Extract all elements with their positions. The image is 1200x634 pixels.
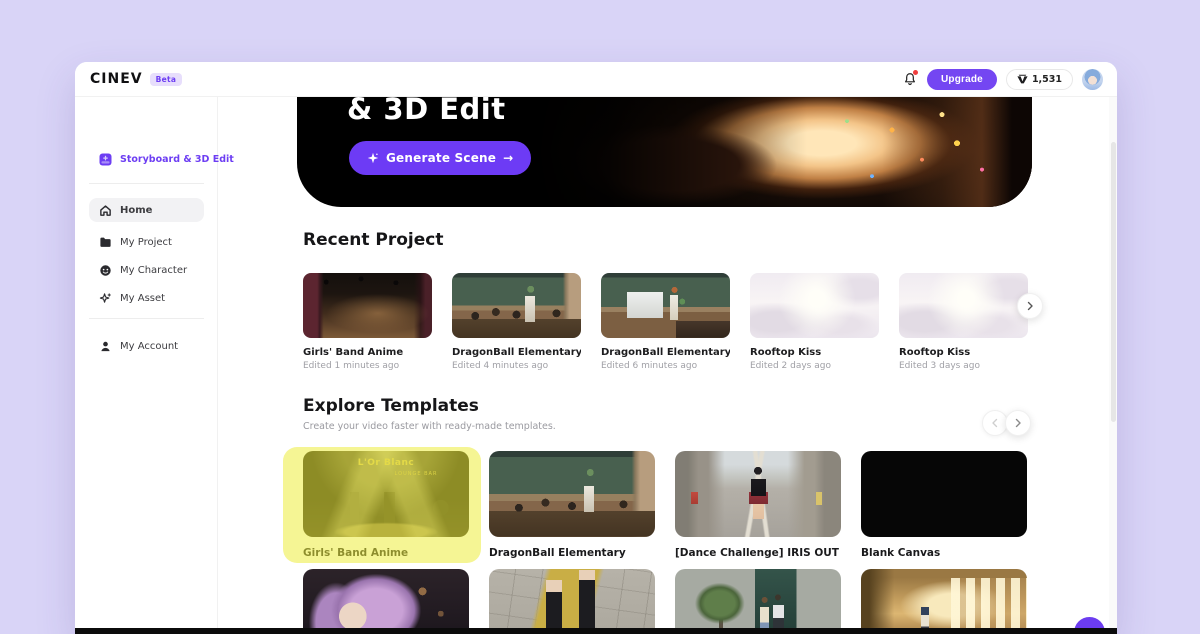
template-title: Blank Canvas (861, 547, 941, 559)
template-card[interactable]: Blank Canvas (861, 451, 1027, 559)
scrollbar-track[interactable] (1109, 97, 1117, 634)
project-card[interactable]: Girls' Band Anime Edited 1 minutes ago (303, 273, 432, 371)
folder-icon (99, 236, 112, 249)
hero-banner: & 3D Edit Generate Scene → (297, 97, 1032, 207)
sidebar-item-my-project[interactable]: My Project (89, 230, 204, 254)
sidebar-item-label: Home (120, 204, 153, 216)
project-card[interactable]: Rooftop Kiss Edited 3 days ago (899, 273, 1028, 371)
templates-next-button[interactable] (1005, 410, 1031, 436)
project-edited: Edited 4 minutes ago (452, 361, 549, 371)
sparkle-icon (99, 292, 112, 305)
character-face-icon (99, 264, 112, 277)
template-thumbnail (861, 569, 1027, 634)
template-card[interactable] (861, 569, 1027, 634)
app-window: CINEV Beta Upgrade 1,531 Storyboard & 3D… (75, 62, 1117, 634)
generate-scene-button[interactable]: Generate Scene → (349, 141, 532, 175)
person-icon (99, 340, 112, 353)
sidebar-item-my-account[interactable]: My Account (89, 334, 204, 358)
project-card[interactable]: Rooftop Kiss Edited 2 days ago (750, 273, 879, 371)
project-title: Rooftop Kiss (899, 347, 971, 358)
project-edited: Edited 1 minutes ago (303, 361, 400, 371)
gem-icon (1017, 74, 1028, 83)
chevron-right-icon (1027, 301, 1033, 311)
template-thumbnail (861, 451, 1027, 537)
credits-count: 1,531 (1031, 73, 1062, 85)
template-card[interactable]: L'Or Blanc LOUNGE BAR Girls' Band Anime (303, 451, 469, 559)
project-edited: Edited 2 days ago (750, 361, 831, 371)
template-thumbnail (675, 451, 841, 537)
scrollbar-thumb[interactable] (1111, 142, 1116, 422)
template-title: Girls' Band Anime (303, 547, 409, 559)
project-title: DragonBall Elementary (452, 347, 581, 358)
hero-title: & 3D Edit (347, 97, 506, 126)
generate-scene-label: Generate Scene (386, 151, 497, 165)
recent-next-button[interactable] (1017, 293, 1043, 319)
template-thumbnail (303, 569, 469, 634)
notification-dot (912, 70, 918, 75)
explore-templates-subheading: Create your video faster with ready-made… (303, 421, 556, 432)
recent-project-heading: Recent Project (303, 230, 444, 250)
stage-sign-text: L'Or Blanc (357, 458, 415, 468)
project-thumbnail (899, 273, 1028, 338)
template-thumbnail: L'Or Blanc LOUNGE BAR (303, 451, 469, 537)
chevron-right-icon (1015, 418, 1021, 428)
chevron-left-icon (992, 418, 998, 428)
app-logo: CINEV (90, 71, 143, 87)
template-thumbnail (489, 451, 655, 537)
storyboard-plus-icon (99, 153, 112, 166)
template-thumbnail (489, 569, 655, 634)
template-thumbnail (675, 569, 841, 634)
template-card[interactable] (303, 569, 469, 634)
home-icon (99, 204, 112, 217)
project-thumbnail (303, 273, 432, 338)
project-title: DragonBall Elementary (601, 347, 730, 358)
top-bar: CINEV Beta Upgrade 1,531 (75, 62, 1117, 97)
sidebar-item-label: My Project (120, 236, 172, 248)
sidebar-item-home[interactable]: Home (89, 198, 204, 222)
sidebar-item-my-character[interactable]: My Character (89, 258, 204, 282)
beta-badge: Beta (149, 72, 183, 86)
project-card[interactable]: DragonBall Elementary Edited 4 minutes a… (452, 273, 581, 371)
project-thumbnail (750, 273, 879, 338)
sidebar: Storyboard & 3D Edit Home My Project My … (75, 97, 234, 634)
sidebar-item-storyboard[interactable]: Storyboard & 3D Edit (89, 147, 234, 171)
project-thumbnail (601, 273, 730, 338)
header-actions: Upgrade 1,531 (902, 68, 1103, 90)
project-title: Rooftop Kiss (750, 347, 822, 358)
explore-templates-heading: Explore Templates (303, 396, 479, 416)
project-edited: Edited 6 minutes ago (601, 361, 698, 371)
template-card[interactable] (675, 569, 841, 634)
main-content: & 3D Edit Generate Scene → Recent Projec… (218, 97, 1117, 634)
upgrade-button[interactable]: Upgrade (926, 68, 997, 90)
template-title: [Dance Challenge] IRIS OUT (675, 547, 839, 559)
sidebar-item-my-asset[interactable]: My Asset (89, 286, 204, 310)
template-card[interactable]: DragonBall Elementary (489, 451, 655, 559)
sidebar-item-label: Storyboard & 3D Edit (120, 153, 234, 165)
template-title: DragonBall Elementary (489, 547, 626, 559)
sidebar-item-label: My Asset (120, 292, 166, 304)
project-title: Girls' Band Anime (303, 347, 404, 358)
arrow-right-icon: → (503, 151, 514, 165)
hero-banner-art (532, 97, 1032, 207)
sidebar-divider (89, 183, 204, 184)
sparkle-icon (367, 152, 379, 164)
sidebar-item-label: My Account (120, 340, 179, 352)
stage-sign-subtext: LOUNGE BAR (394, 471, 438, 477)
credits-badge[interactable]: 1,531 (1005, 68, 1073, 90)
template-card[interactable] (489, 569, 655, 634)
sidebar-divider (89, 318, 204, 319)
sidebar-item-label: My Character (120, 264, 188, 276)
template-card[interactable]: [Dance Challenge] IRIS OUT (675, 451, 841, 559)
notification-bell-icon[interactable] (902, 70, 918, 87)
avatar[interactable] (1082, 68, 1103, 90)
project-thumbnail (452, 273, 581, 338)
project-edited: Edited 3 days ago (899, 361, 980, 371)
bottom-black-bar (75, 628, 1117, 634)
project-card[interactable]: DragonBall Elementary Edited 6 minutes a… (601, 273, 730, 371)
